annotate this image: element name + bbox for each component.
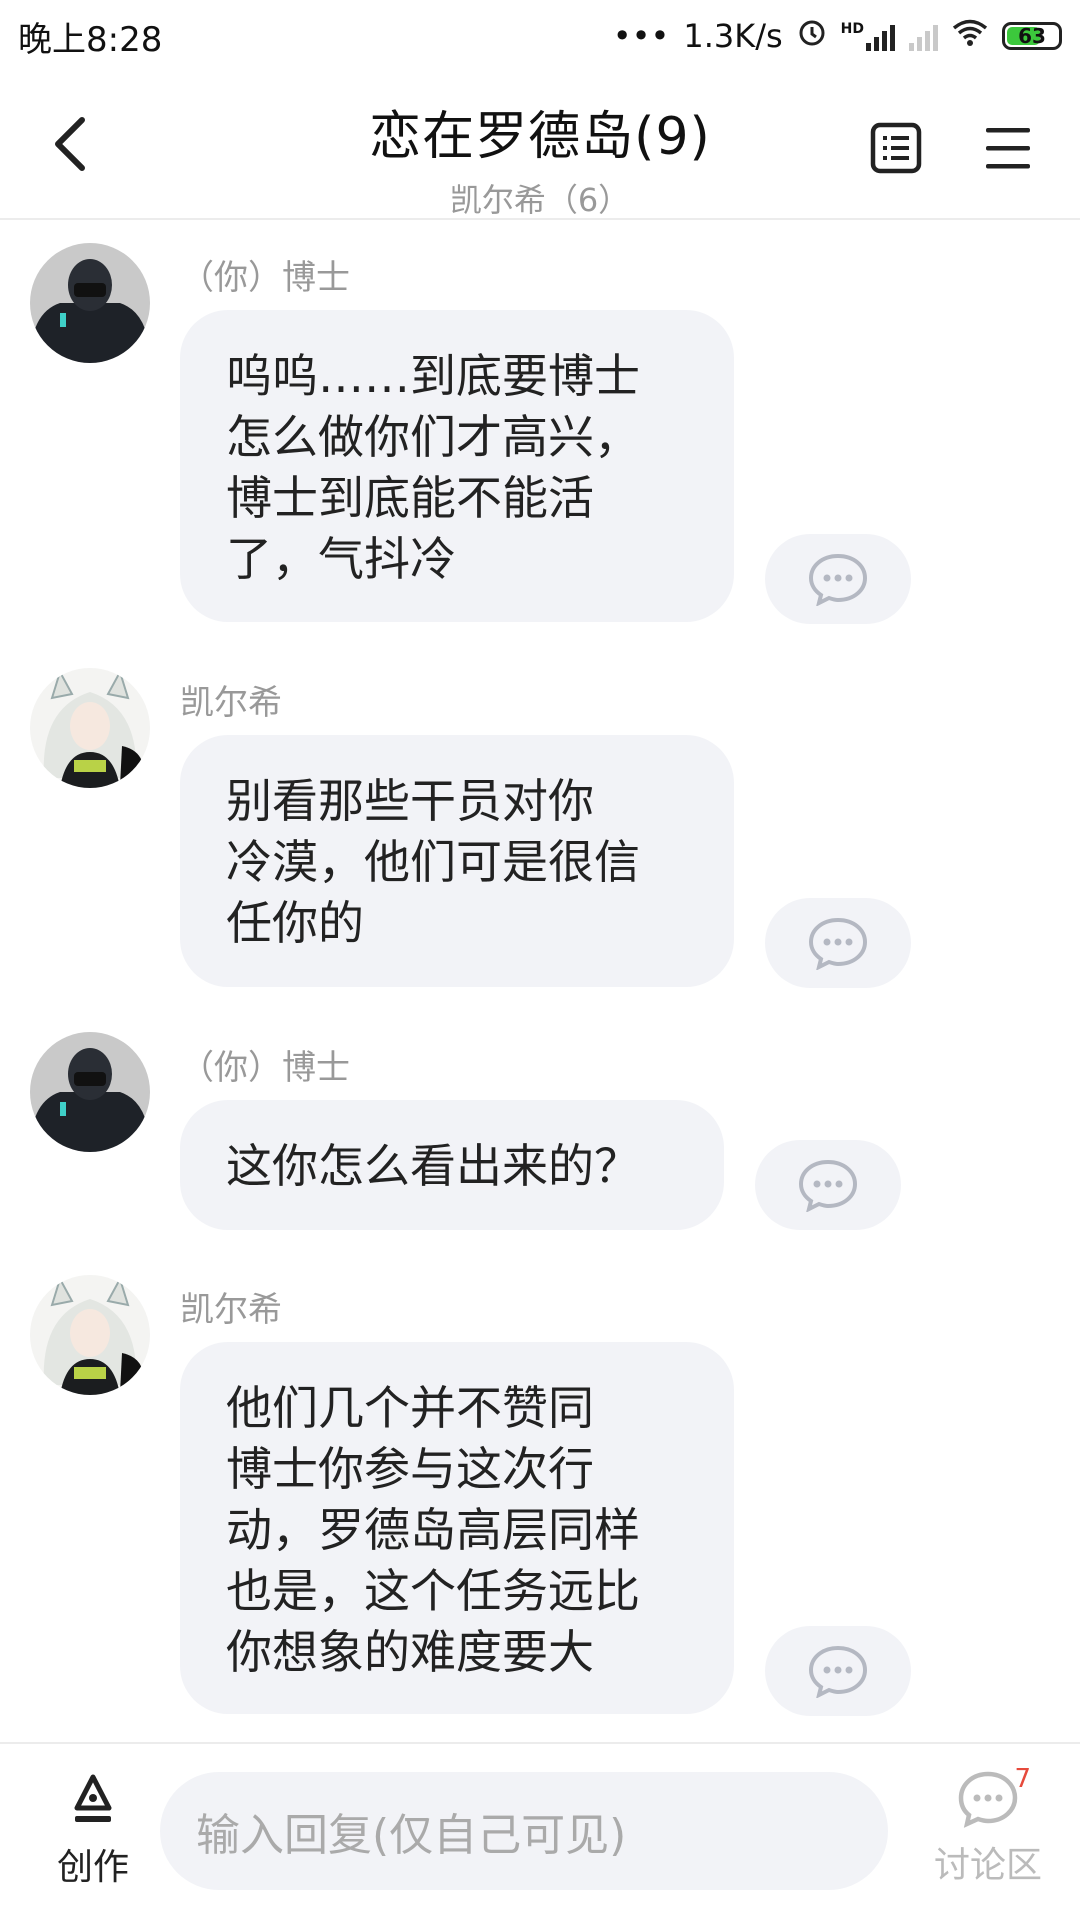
doctor-avatar-icon (30, 243, 150, 363)
comment-button[interactable] (765, 534, 911, 624)
comment-button[interactable] (765, 1626, 911, 1716)
alarm-icon (797, 17, 827, 55)
signal-hd-icon: HD (841, 21, 895, 51)
discussion-icon (958, 1771, 1018, 1828)
list-button[interactable] (866, 118, 926, 178)
comment-bubble-icon (808, 917, 868, 970)
hamburger-menu-icon (986, 128, 1030, 169)
discussion-badge: 7 (1014, 1764, 1031, 1794)
chat-subtitle: 凯尔希（6） (449, 181, 631, 219)
signal-off-icon (909, 21, 938, 51)
wifi-icon (952, 17, 988, 55)
comment-button[interactable] (755, 1140, 901, 1230)
chat-header: 恋在罗德岛(9) 凯尔希（6） (0, 72, 1080, 220)
comment-bubble-icon (808, 1645, 868, 1698)
comment-bubble-icon (798, 1159, 858, 1212)
doctor-avatar-icon (30, 1032, 150, 1152)
bottom-bar: 创作 输入回复(仅自己可见) 7 讨论区 (0, 1742, 1080, 1920)
reply-placeholder: 输入回复(仅自己可见) (196, 1810, 627, 1861)
pen-nib-icon (74, 1774, 112, 1822)
network-speed: 1.3K/s (683, 17, 783, 55)
more-dots-icon: ••• (612, 17, 670, 55)
sender-name: （你）博士 (180, 1048, 350, 1088)
battery-icon: 63 (1002, 22, 1062, 50)
discussion-label: 讨论区 (933, 1845, 1042, 1886)
avatar-kaltsit[interactable] (30, 668, 150, 788)
message-bubble[interactable]: 呜呜……到底要博士 怎么做你们才高兴， 博士到底能不能活 了，气抖冷 (180, 310, 734, 622)
comment-button[interactable] (765, 898, 911, 988)
sender-name: 凯尔希 (180, 1290, 282, 1330)
create-button[interactable]: 创作 (38, 1774, 148, 1890)
kaltsit-avatar-icon (30, 1275, 150, 1395)
create-label: 创作 (56, 1847, 129, 1888)
message-bubble[interactable]: 他们几个并不赞同 博士你参与这次行 动，罗德岛高层同样 也是，这个任务远比 你想… (180, 1342, 734, 1714)
status-time: 晚上8:28 (18, 19, 163, 60)
status-icons: ••• 1.3K/s HD 63 (613, 17, 1062, 55)
list-icon (870, 122, 922, 174)
avatar-kaltsit[interactable] (30, 1275, 150, 1395)
message-bubble[interactable]: 别看那些干员对你 冷漠，他们可是很信 任你的 (180, 735, 734, 987)
avatar-doctor[interactable] (30, 1032, 150, 1152)
status-bar: 晚上8:28 ••• 1.3K/s HD 63 (0, 0, 1080, 72)
comment-bubble-icon (808, 553, 868, 606)
message-bubble[interactable]: 这你怎么看出来的？ (180, 1100, 724, 1230)
discussion-button[interactable]: 7 讨论区 (918, 1764, 1058, 1888)
kaltsit-avatar-icon (30, 668, 150, 788)
menu-button[interactable] (978, 118, 1038, 178)
discussion-icon-wrap: 7 (957, 1764, 1031, 1832)
sender-name: 凯尔希 (180, 683, 282, 723)
sender-name: （你）博士 (180, 258, 350, 298)
reply-input[interactable]: 输入回复(仅自己可见) (160, 1772, 888, 1890)
avatar-doctor[interactable] (30, 243, 150, 363)
